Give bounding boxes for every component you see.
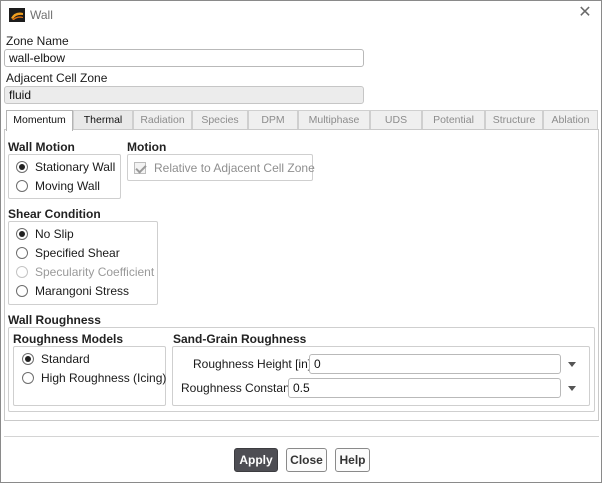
marangoni-stress-radio[interactable]: Marangoni Stress (16, 283, 129, 299)
tab-multiphase: Multiphase (298, 110, 370, 130)
radio-icon (16, 266, 28, 278)
relative-to-adjacent-label: Relative to Adjacent Cell Zone (154, 161, 315, 175)
specularity-coefficient-label: Specularity Coefficient (35, 265, 155, 279)
tab-ablation: Ablation (543, 110, 598, 130)
tab-dpm: DPM (248, 110, 298, 130)
radio-icon (16, 285, 28, 297)
window-title: Wall (30, 8, 53, 22)
radio-selected-icon (16, 228, 28, 240)
checkbox-checked-icon (134, 162, 146, 174)
no-slip-label: No Slip (35, 227, 74, 241)
shear-condition-title: Shear Condition (8, 207, 101, 221)
tab-bar: Momentum Thermal Radiation Species DPM M… (6, 110, 598, 131)
roughness-height-label: Roughness Height [in] (193, 357, 312, 371)
tab-radiation: Radiation (133, 110, 192, 130)
radio-selected-icon (16, 161, 28, 173)
stationary-wall-radio[interactable]: Stationary Wall (16, 159, 115, 175)
roughness-height-dropdown-icon[interactable] (568, 362, 576, 367)
motion-title: Motion (127, 140, 167, 154)
wall-motion-title: Wall Motion (8, 140, 75, 154)
stationary-wall-label: Stationary Wall (35, 160, 116, 174)
high-roughness-icing-label: High Roughness (Icing) (41, 371, 167, 385)
standard-radio[interactable]: Standard (22, 351, 90, 367)
footer-divider (4, 436, 599, 437)
roughness-constant-input[interactable] (288, 378, 561, 398)
close-window-icon[interactable]: ✕ (577, 5, 593, 21)
help-button[interactable]: Help (335, 448, 370, 472)
tab-structure: Structure (485, 110, 543, 130)
tab-species: Species (192, 110, 248, 130)
tab-potential: Potential (422, 110, 485, 130)
wall-dialog: Wall ✕ Zone Name Adjacent Cell Zone Mome… (0, 0, 602, 483)
fluent-app-icon (9, 8, 25, 22)
tab-thermal[interactable]: Thermal (73, 110, 133, 130)
roughness-models-title: Roughness Models (13, 332, 124, 346)
radio-icon (22, 372, 34, 384)
adjacent-cell-zone-field (4, 86, 364, 104)
marangoni-stress-label: Marangoni Stress (35, 284, 130, 298)
specified-shear-radio[interactable]: Specified Shear (16, 245, 120, 261)
title-bar: Wall ✕ (1, 1, 601, 29)
moving-wall-label: Moving Wall (35, 179, 100, 193)
high-roughness-icing-radio[interactable]: High Roughness (Icing) (22, 370, 166, 386)
tab-momentum[interactable]: Momentum (6, 110, 73, 131)
radio-selected-icon (22, 353, 34, 365)
specified-shear-label: Specified Shear (35, 246, 120, 260)
close-button[interactable]: Close (286, 448, 327, 472)
roughness-constant-label: Roughness Constant (181, 381, 294, 395)
relative-to-adjacent-checkbox: Relative to Adjacent Cell Zone (134, 160, 315, 176)
tab-uds: UDS (370, 110, 422, 130)
adjacent-cell-zone-label: Adjacent Cell Zone (6, 71, 108, 85)
zone-name-label: Zone Name (6, 34, 69, 48)
wall-roughness-title: Wall Roughness (8, 313, 101, 327)
moving-wall-radio[interactable]: Moving Wall (16, 178, 100, 194)
standard-label: Standard (41, 352, 90, 366)
zone-name-input[interactable] (4, 49, 364, 67)
apply-button[interactable]: Apply (234, 448, 278, 472)
sand-grain-roughness-title: Sand-Grain Roughness (173, 332, 307, 346)
radio-icon (16, 247, 28, 259)
radio-icon (16, 180, 28, 192)
specularity-coefficient-radio: Specularity Coefficient (16, 264, 154, 280)
roughness-height-input[interactable] (309, 354, 561, 374)
roughness-constant-dropdown-icon[interactable] (568, 386, 576, 391)
no-slip-radio[interactable]: No Slip (16, 226, 74, 242)
